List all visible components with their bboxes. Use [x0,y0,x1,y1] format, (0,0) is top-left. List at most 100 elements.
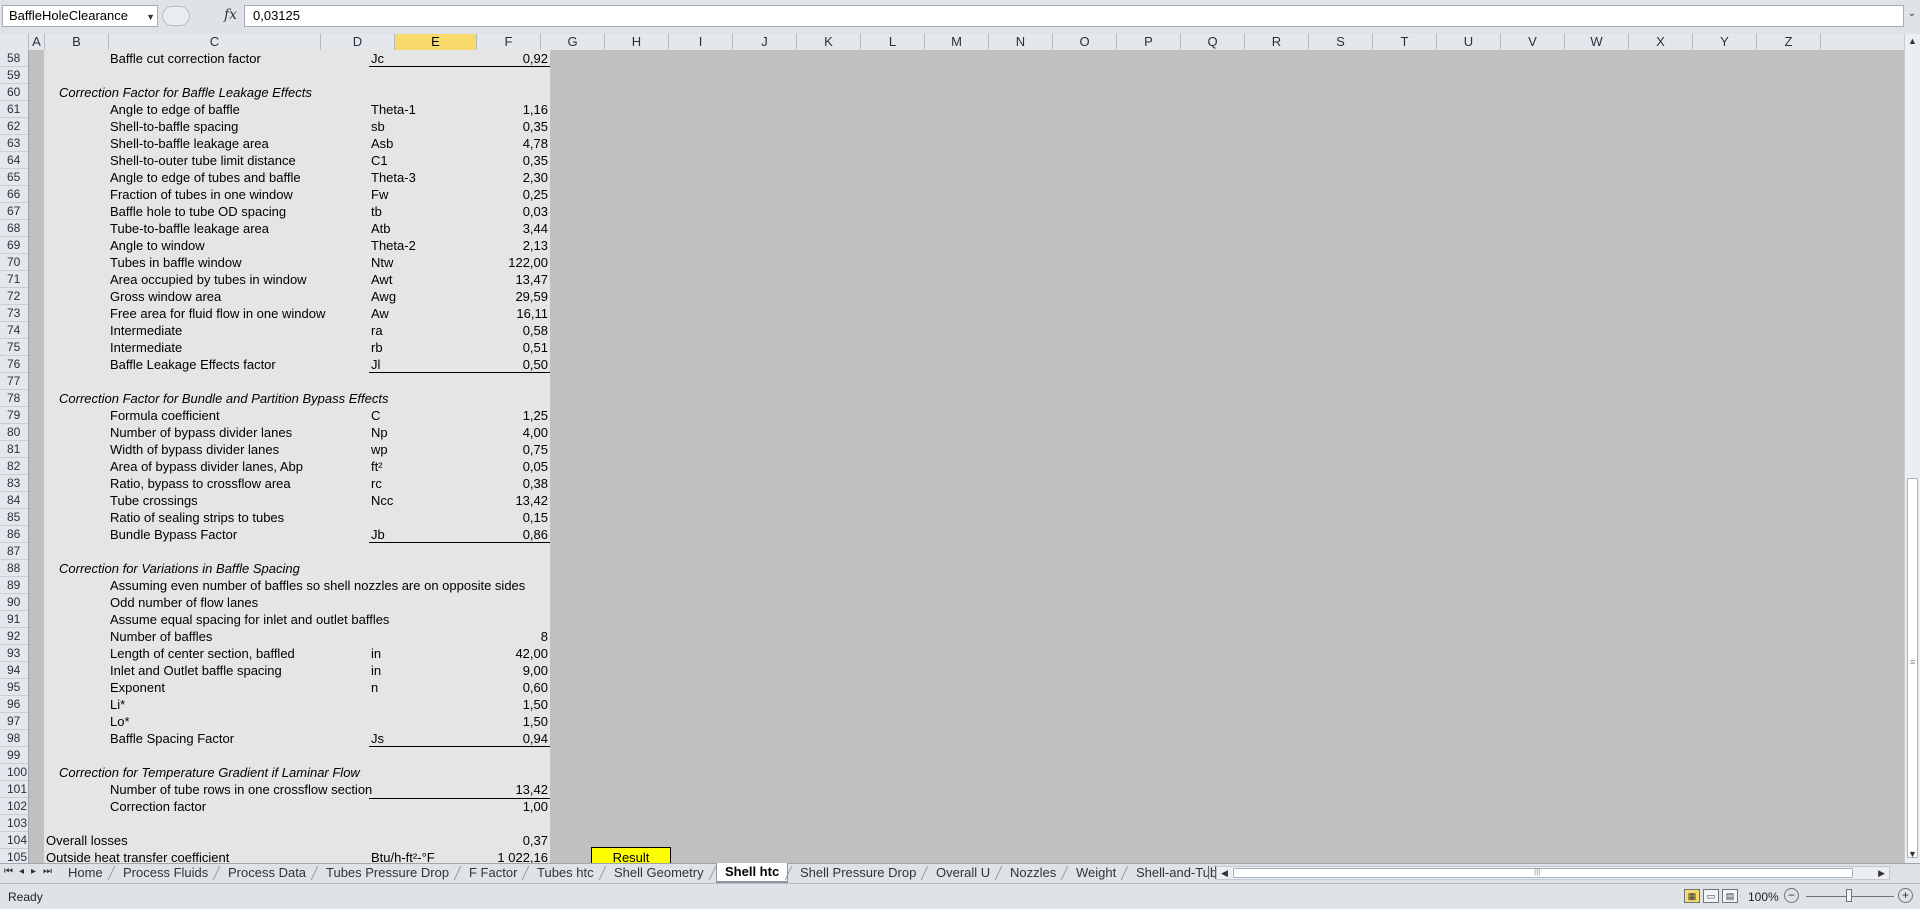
value-cell[interactable]: 9,00 [371,662,548,679]
row-header[interactable]: 66 [0,186,28,203]
value-cell[interactable]: 2,13 [371,237,548,254]
row-header[interactable]: 89 [0,577,28,594]
row-header[interactable]: 81 [0,441,28,458]
row-header[interactable]: 72 [0,288,28,305]
sheet-tab-nozzles[interactable]: Nozzles [1002,864,1064,882]
scroll-left-icon[interactable]: ◀ [1221,867,1228,879]
column-header-g[interactable]: G [541,34,605,50]
row-header[interactable]: 59 [0,67,28,84]
row-header[interactable]: 60 [0,84,28,101]
value-cell[interactable]: 1,25 [371,407,548,424]
value-cell[interactable]: 4,00 [371,424,548,441]
row-header[interactable]: 88 [0,560,28,577]
value-cell[interactable]: 0,51 [371,339,548,356]
horizontal-scroll-thumb[interactable]: ||| [1233,867,1853,878]
chevron-down-icon[interactable]: ▼ [146,9,155,25]
value-cell[interactable]: 0,92 [371,50,548,67]
row-header[interactable]: 67 [0,203,28,220]
row-header[interactable]: 99 [0,747,28,764]
value-cell[interactable]: 1,50 [371,696,548,713]
page-break-view-icon[interactable]: ▤ [1722,889,1738,903]
column-header-p[interactable]: P [1117,34,1181,50]
tab-split-handle[interactable] [1208,866,1216,879]
column-header-b[interactable]: B [45,34,109,50]
column-header-r[interactable]: R [1245,34,1309,50]
column-header-k[interactable]: K [797,34,861,50]
label-cell[interactable]: Gross window area [110,288,221,305]
row-header[interactable]: 77 [0,373,28,390]
value-cell[interactable]: 1,50 [371,713,548,730]
zoom-slider-thumb[interactable] [1846,889,1852,902]
value-cell[interactable]: 0,37 [371,832,548,849]
sheet-tab-tubes-htc[interactable]: Tubes htc [529,864,602,882]
sheet-tab-process-data[interactable]: Process Data [220,864,314,882]
vertical-scroll-thumb[interactable]: ≡ [1907,478,1918,858]
label-cell[interactable]: Outside heat transfer coefficient [46,849,229,863]
label-cell[interactable]: Angle to window [110,237,205,254]
value-cell[interactable]: 4,78 [371,135,548,152]
next-sheet-icon[interactable]: ▸ [31,866,36,877]
sheet-tab-shell-geometry[interactable]: Shell Geometry [606,864,712,882]
value-cell[interactable]: 0,58 [371,322,548,339]
row-header[interactable]: 63 [0,135,28,152]
label-cell[interactable]: Fraction of tubes in one window [110,186,293,203]
sheet-tab-shell-pressure-drop[interactable]: Shell Pressure Drop [792,864,924,882]
label-cell[interactable]: Baffle Spacing Factor [110,730,234,747]
row-header[interactable]: 101 [0,781,28,798]
column-header-f[interactable]: F [477,34,541,50]
label-cell[interactable]: Intermediate [110,339,182,356]
sheet-tab-tubes-pressure-drop[interactable]: Tubes Pressure Drop [318,864,457,882]
row-header[interactable]: 86 [0,526,28,543]
column-header-d[interactable]: D [321,34,395,50]
worksheet-grid[interactable]: Baffle cut correction factor Jc 0,92 Correc… [29,50,1904,863]
row-header[interactable]: 75 [0,339,28,356]
column-header-z[interactable]: Z [1757,34,1821,50]
label-cell[interactable]: Baffle cut correction factor [110,50,261,67]
label-cell[interactable]: Intermediate [110,322,182,339]
label-cell[interactable]: Exponent [110,679,165,696]
value-cell[interactable]: 122,00 [371,254,548,271]
previous-sheet-icon[interactable]: ◂ [19,866,24,877]
label-cell[interactable]: Number of tube rows in one crossflow sec… [110,781,372,798]
label-cell[interactable]: Tube crossings [110,492,198,509]
select-all-corner[interactable] [0,34,29,50]
first-sheet-icon[interactable]: ⏮ [4,866,13,877]
label-cell[interactable]: Number of bypass divider lanes [110,424,292,441]
label-cell[interactable]: Correction factor [110,798,206,815]
label-cell[interactable]: Shell-to-baffle leakage area [110,135,269,152]
horizontal-scrollbar[interactable]: ◀ ||| ▶ [1216,866,1890,880]
row-header[interactable]: 78 [0,390,28,407]
label-cell[interactable]: Area of bypass divider lanes, Abp [110,458,303,475]
column-header-c[interactable]: C [109,34,321,50]
expand-formula-bar-icon[interactable]: ⌄ [1908,8,1916,19]
sheet-tab-overall-u[interactable]: Overall U [928,864,998,882]
row-header[interactable]: 87 [0,543,28,560]
normal-view-icon[interactable]: ▦ [1684,889,1700,903]
column-header-h[interactable]: H [605,34,669,50]
row-header[interactable]: 71 [0,271,28,288]
row-header[interactable]: 100 [0,764,28,781]
value-cell[interactable]: 0,35 [371,118,548,135]
label-cell[interactable]: Assume equal spacing for inlet and outle… [110,611,389,628]
row-header[interactable]: 74 [0,322,28,339]
label-cell[interactable]: Ratio, bypass to crossflow area [110,475,291,492]
value-cell[interactable]: 0,05 [371,458,548,475]
row-header[interactable]: 79 [0,407,28,424]
formula-input[interactable]: 0,03125 [244,5,1904,27]
sheet-tab-shell-htc[interactable]: Shell htc [716,863,789,883]
row-header[interactable]: 93 [0,645,28,662]
value-cell[interactable]: 13,42 [371,781,548,798]
row-header[interactable]: 96 [0,696,28,713]
zoom-out-icon[interactable]: − [1784,888,1799,903]
sheet-tab-f-factor[interactable]: F Factor [461,864,525,882]
label-cell[interactable]: Width of bypass divider lanes [110,441,279,458]
row-header[interactable]: 105 [0,849,28,863]
zoom-in-icon[interactable]: + [1898,888,1913,903]
value-cell[interactable]: 0,15 [371,509,548,526]
value-cell[interactable]: 0,86 [371,526,548,543]
row-header[interactable]: 82 [0,458,28,475]
column-header-y[interactable]: Y [1693,34,1757,50]
label-cell[interactable]: Tubes in baffle window [110,254,242,271]
column-header-v[interactable]: V [1501,34,1565,50]
row-header[interactable]: 83 [0,475,28,492]
